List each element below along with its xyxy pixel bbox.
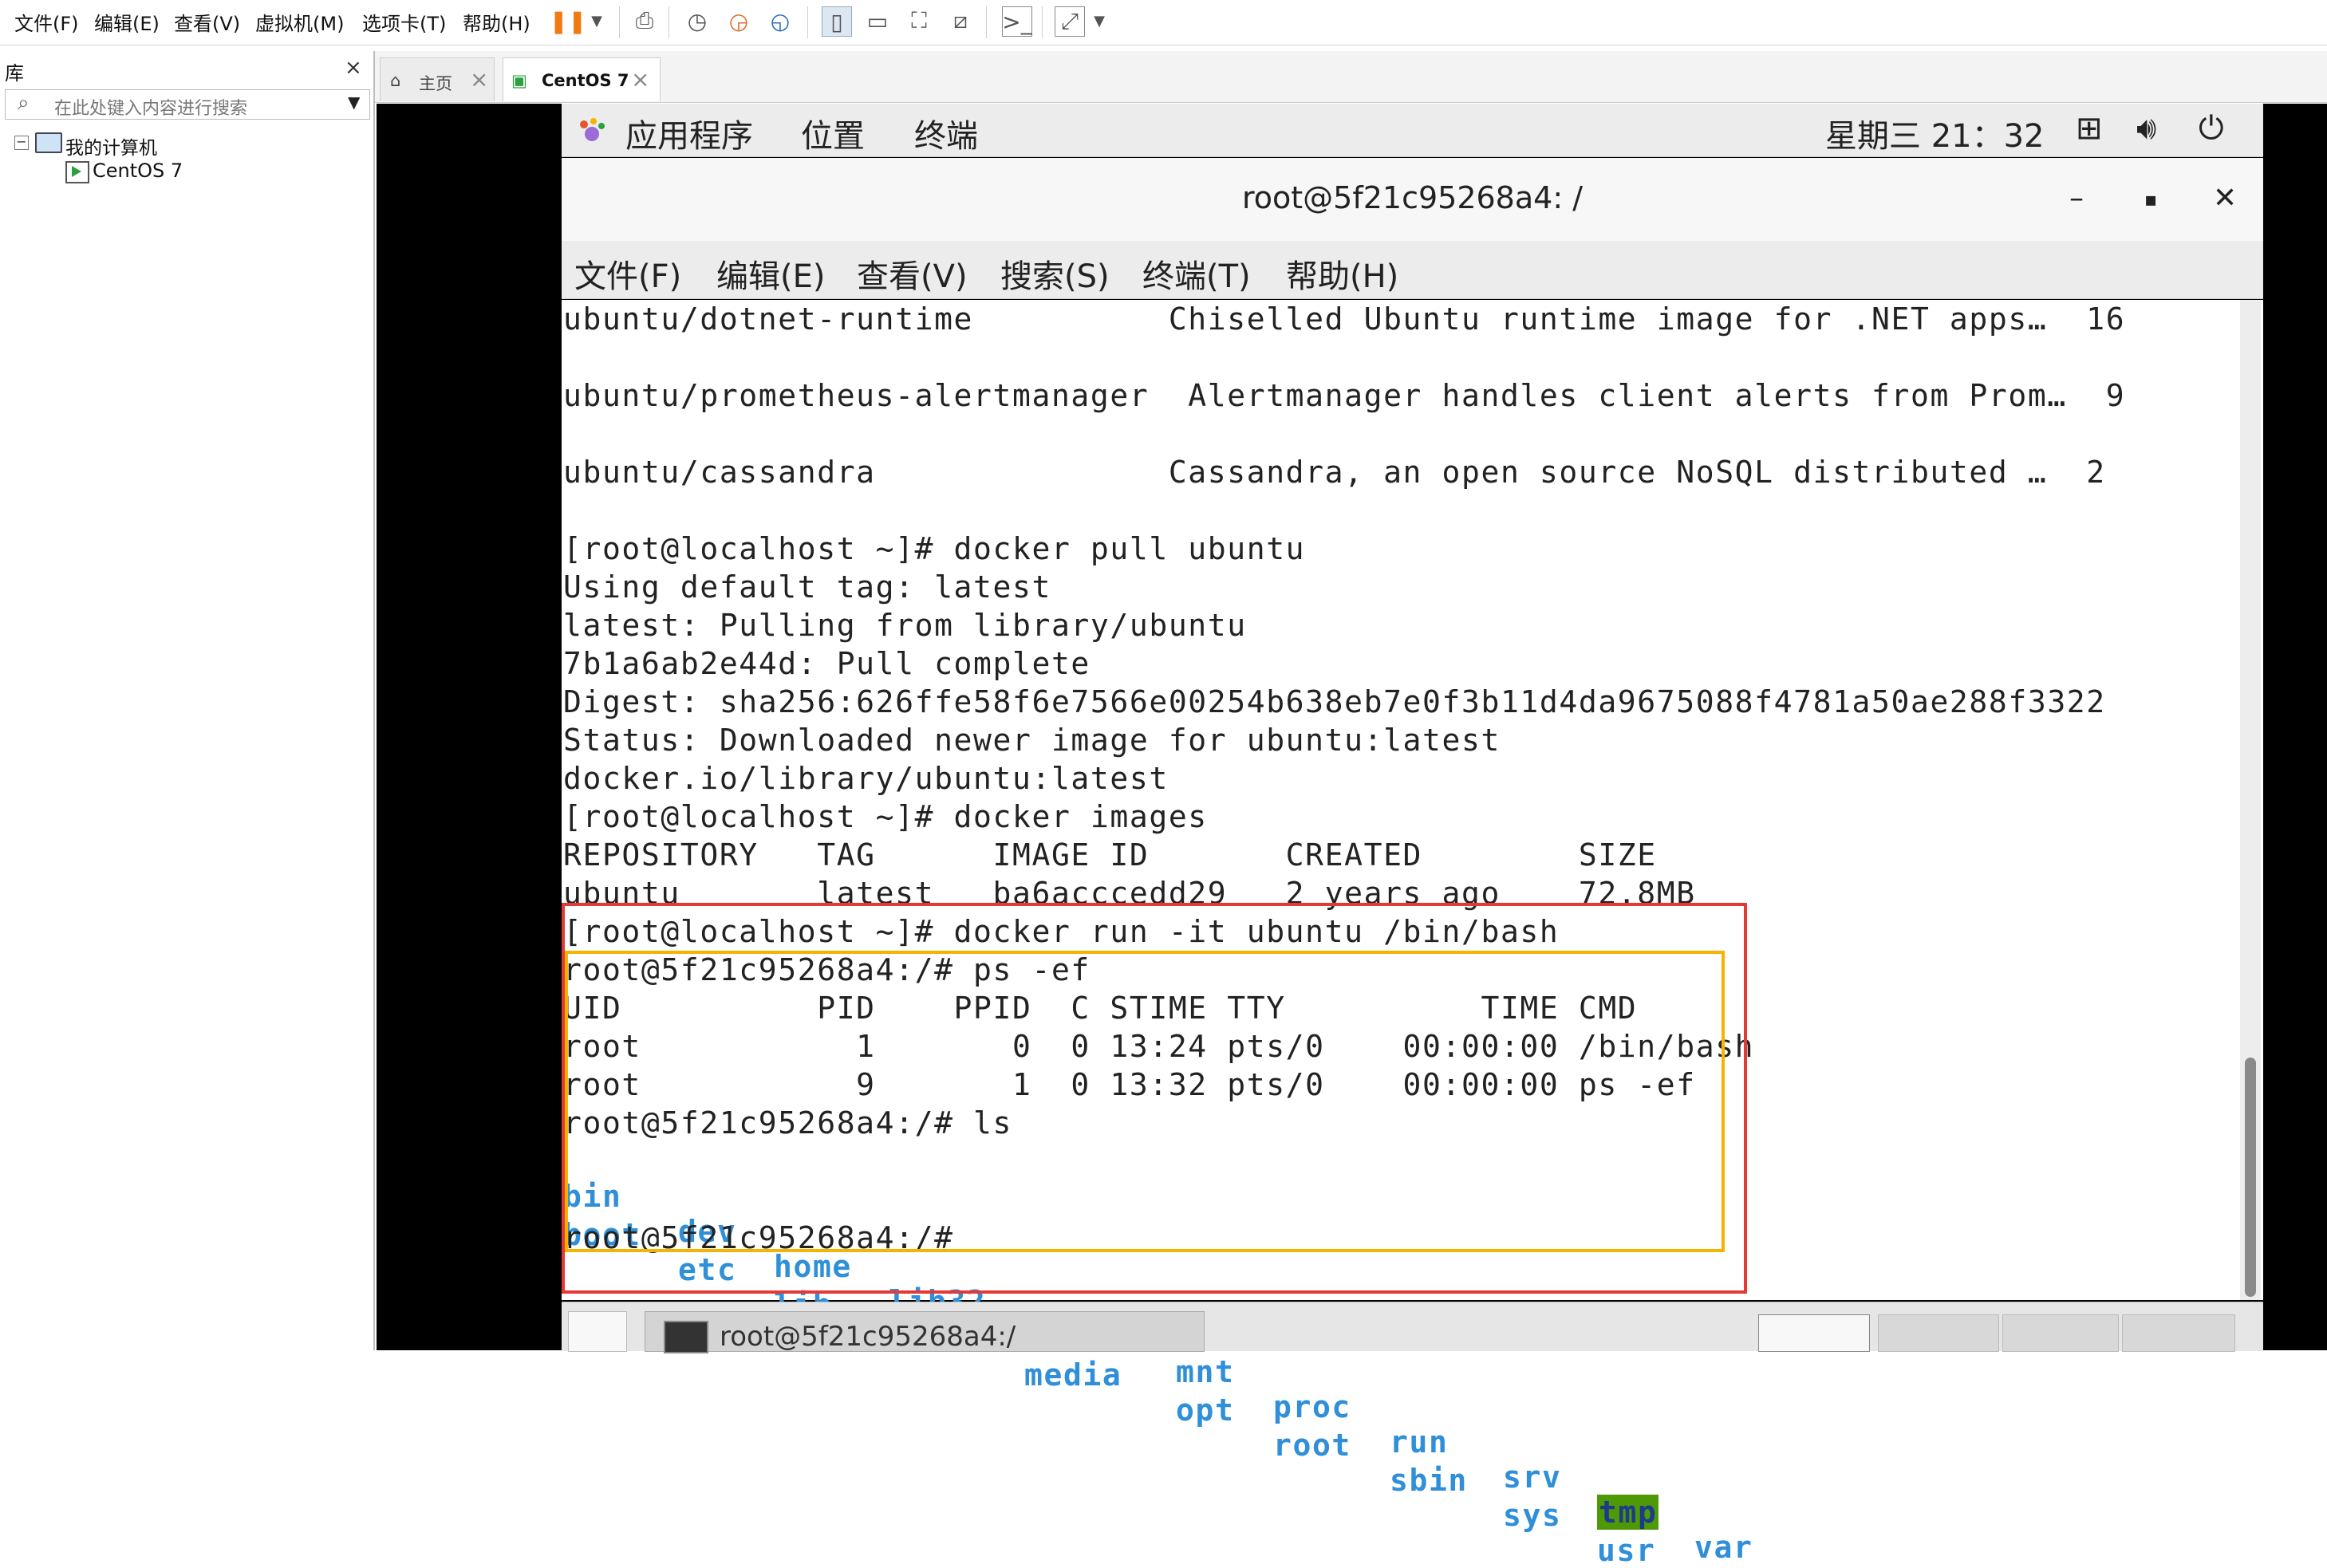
terminal-window-title: root@5f21c95268a4: / xyxy=(1241,180,1584,215)
menu-vm[interactable]: 虚拟机(M) xyxy=(255,8,344,36)
ls-entry: proc xyxy=(1273,1389,1351,1424)
gnome-menu-applications[interactable]: 应用程序 xyxy=(625,110,753,156)
terminal-line: 7b1a6ab2e44d: Pull complete xyxy=(563,646,1091,681)
taskbar-window-label: root@5f21c95268a4:/ xyxy=(720,1321,1016,1353)
tree-item-my-computer[interactable]: 我的计算机 xyxy=(65,132,157,160)
tree-collapse-toggle[interactable]: − xyxy=(14,136,29,150)
gnome-menu-terminal[interactable]: 终端 xyxy=(914,110,978,156)
workspace-4[interactable] xyxy=(2122,1314,2235,1352)
vm-running-icon xyxy=(65,161,89,183)
ls-entry: root xyxy=(1273,1428,1351,1463)
tab-home-label: 主页 xyxy=(419,74,452,93)
tab-home[interactable]: ⌂ 主页 × xyxy=(380,57,495,101)
sidebar-toggle-icon[interactable]: ▯ xyxy=(822,6,852,37)
library-search-placeholder: 在此处键入内容进行搜索 xyxy=(54,99,248,119)
ls-entry: usr xyxy=(1597,1533,1656,1568)
ls-entry: run xyxy=(1390,1424,1449,1460)
unity-icon[interactable]: ⧄ xyxy=(946,6,975,35)
volume-icon[interactable]: 🔊︎ xyxy=(2136,110,2156,147)
highlight-box-yellow xyxy=(565,951,1725,1252)
workspace-3[interactable] xyxy=(2002,1314,2119,1352)
workspace-2[interactable] xyxy=(1878,1314,1999,1352)
library-title: 库 xyxy=(5,62,24,85)
menu-tabs[interactable]: 选项卡(T) xyxy=(362,8,446,36)
close-button[interactable]: ✕ xyxy=(2213,182,2237,215)
menu-file[interactable]: 文件(F) xyxy=(14,8,79,36)
term-menu-edit[interactable]: 编辑(E) xyxy=(716,250,825,297)
chevron-down-icon[interactable]: ▼ xyxy=(348,93,360,112)
terminal-icon xyxy=(664,1321,708,1353)
home-icon: ⌂ xyxy=(390,71,401,90)
terminal-line: Using default tag: latest xyxy=(563,569,1051,605)
library-panel xyxy=(0,51,375,1350)
term-menu-search[interactable]: 搜索(S) xyxy=(1000,250,1110,297)
power-icon[interactable]: ⏻ xyxy=(2199,110,2224,147)
stretch-dropdown-icon[interactable]: ▼ xyxy=(1085,6,1114,35)
tab-centos7-label: CentOS 7 xyxy=(542,71,629,90)
ls-entry: var xyxy=(1694,1530,1753,1565)
workspace-1[interactable] xyxy=(1758,1314,1870,1352)
fullscreen-icon[interactable]: ⛶ xyxy=(905,6,933,35)
terminal-line: REPOSITORY TAG IMAGE ID CREATED SIZE xyxy=(563,837,1657,873)
terminal-scrollbar-thumb[interactable] xyxy=(2245,1058,2256,1297)
term-menu-help[interactable]: 帮助(H) xyxy=(1286,250,1398,297)
vmware-menubar: 文件(F) 编辑(E) 查看(V) 虚拟机(M) 选项卡(T) 帮助(H) ❚❚… xyxy=(0,0,2327,45)
ls-entry: opt xyxy=(1176,1393,1235,1428)
pause-icon[interactable]: ❚❚ xyxy=(550,6,587,35)
tree-item-centos7[interactable]: CentOS 7 xyxy=(93,160,183,182)
tab-centos7[interactable]: ▣ CentOS 7 × xyxy=(503,57,661,101)
terminal-line: ubuntu/prometheus-alertmanager Alertmana… xyxy=(563,378,2126,413)
console-icon[interactable]: >_ xyxy=(1002,6,1032,37)
gnome-foot-icon xyxy=(580,118,605,141)
maximize-button[interactable]: ▪ xyxy=(2144,188,2157,211)
ls-entry: sbin xyxy=(1390,1463,1468,1498)
toolbar-separator xyxy=(807,6,808,38)
minimize-button[interactable]: – xyxy=(2069,182,2084,215)
computer-icon xyxy=(35,132,62,153)
pause-dropdown-icon[interactable]: ▼ xyxy=(582,6,611,35)
snapshot-icon[interactable]: ◷ xyxy=(683,6,712,35)
terminal-line: Status: Downloaded newer image for ubunt… xyxy=(563,723,1501,758)
terminal-line: latest: Pulling from library/ubuntu xyxy=(563,608,1247,643)
vm-tabs-bar xyxy=(375,51,2327,103)
snapshot-manager-icon[interactable]: ◵ xyxy=(766,6,795,35)
search-icon: ⌕ xyxy=(18,91,30,115)
thumbnail-bar-icon[interactable]: ▭ xyxy=(863,6,892,35)
toolbar-separator xyxy=(1042,6,1043,38)
vm-tab-icon: ▣ xyxy=(511,71,527,90)
terminal-line: ubuntu/dotnet-runtime Chiselled Ubuntu r… xyxy=(563,301,2126,337)
toolbar-separator xyxy=(986,6,987,38)
gnome-menu-places[interactable]: 位置 xyxy=(801,110,865,156)
stretch-icon[interactable]: ⤢ xyxy=(1055,6,1085,37)
terminal-line: [root@localhost ~]# docker images xyxy=(563,799,1208,834)
menu-edit[interactable]: 编辑(E) xyxy=(94,8,160,36)
toolbar-separator xyxy=(619,6,620,38)
terminal-line: docker.io/library/ubuntu:latest xyxy=(563,761,1169,796)
terminal-line: ubuntu/cassandra Cassandra, an open sour… xyxy=(563,455,2106,490)
terminal-line: [root@localhost ~]# docker pull ubuntu xyxy=(563,531,1306,566)
ls-entry: srv xyxy=(1503,1460,1562,1495)
gnome-clock[interactable]: 星期三 21：32 xyxy=(1825,110,2045,156)
close-icon[interactable]: × xyxy=(470,66,488,93)
ls-entry: mnt xyxy=(1176,1354,1235,1389)
menu-help[interactable]: 帮助(H) xyxy=(463,8,530,36)
ls-entry-tmp: tmp xyxy=(1597,1495,1659,1530)
terminal-line: Digest: sha256:626ffe58f6e7566e00254b638… xyxy=(563,684,2106,719)
revert-snapshot-icon[interactable]: ◶ xyxy=(724,6,753,35)
close-icon[interactable]: × xyxy=(631,66,649,93)
send-keys-icon[interactable]: ⎙ xyxy=(630,6,659,35)
show-desktop-button[interactable] xyxy=(568,1311,627,1352)
menu-view[interactable]: 查看(V) xyxy=(174,8,240,36)
ls-entry: media xyxy=(1024,1357,1122,1393)
ls-entry: sys xyxy=(1503,1498,1562,1533)
term-menu-file[interactable]: 文件(F) xyxy=(574,250,681,297)
term-menu-view[interactable]: 查看(V) xyxy=(857,250,968,297)
network-icon[interactable]: ⊞ xyxy=(2076,110,2103,147)
library-close-button[interactable]: × xyxy=(345,56,362,80)
term-menu-terminal[interactable]: 终端(T) xyxy=(1142,250,1251,297)
